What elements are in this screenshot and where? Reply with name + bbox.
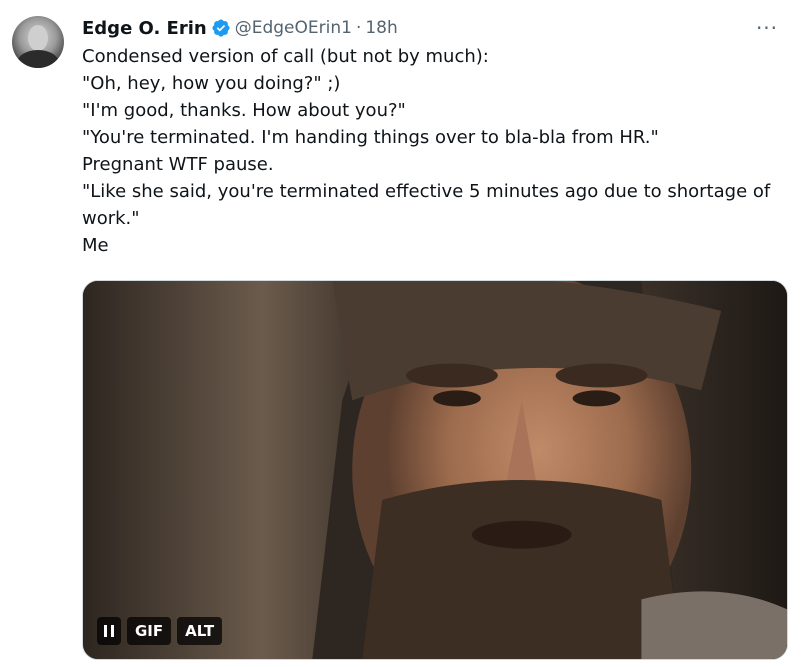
author-handle[interactable]: @EdgeOErin1	[235, 18, 352, 38]
gif-frame	[83, 281, 787, 659]
tweet-line: "Oh, hey, how you doing?" ;)	[82, 73, 341, 94]
gif-badge: GIF	[127, 617, 172, 645]
avatar-face	[28, 25, 48, 51]
tweet-line: "Like she said, you're terminated effect…	[82, 181, 771, 229]
tweet-text: Condensed version of call (but not by mu…	[82, 43, 794, 259]
pause-bar	[111, 625, 114, 637]
pause-icon[interactable]	[97, 617, 121, 645]
tweet-line: Condensed version of call (but not by mu…	[82, 46, 489, 67]
author-name[interactable]: Edge O. Erin	[82, 18, 207, 39]
tweet-line: Pregnant WTF pause.	[82, 154, 274, 175]
tweet-header: Edge O. Erin @EdgeOErin1 · 18h ···	[82, 14, 782, 42]
verified-badge-icon[interactable]	[211, 18, 231, 38]
gif-media[interactable]: GIF ALT	[82, 280, 788, 660]
tweet-line: "You're terminated. I'm handing things o…	[82, 127, 659, 148]
avatar-shoulders	[17, 50, 59, 68]
avatar[interactable]	[12, 16, 64, 68]
tweet[interactable]: Edge O. Erin @EdgeOErin1 · 18h ··· Conde…	[0, 0, 802, 667]
alt-button[interactable]: ALT	[177, 617, 223, 645]
more-options-icon[interactable]: ···	[752, 14, 782, 42]
tweet-line: Me	[82, 235, 109, 256]
timestamp[interactable]: 18h	[365, 18, 397, 38]
media-badges: GIF ALT	[97, 617, 223, 645]
tweet-line: "I'm good, thanks. How about you?"	[82, 100, 406, 121]
pause-bar	[104, 625, 107, 637]
separator-dot: ·	[355, 18, 362, 38]
